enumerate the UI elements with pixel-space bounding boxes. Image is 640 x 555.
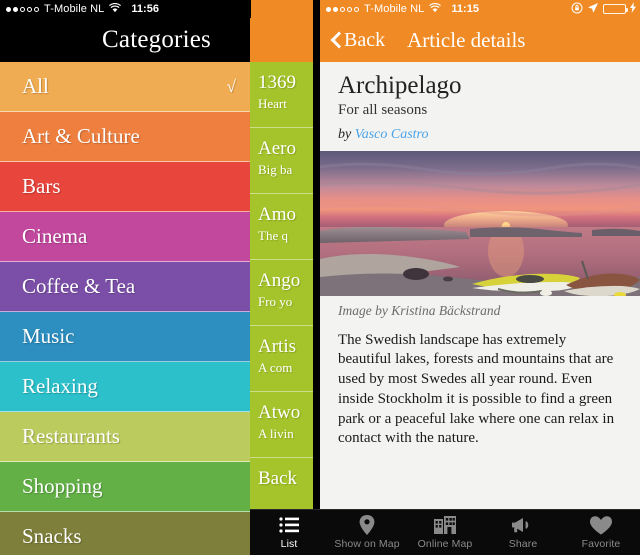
category-label: Bars — [22, 174, 61, 198]
category-label: Art & Culture — [22, 124, 140, 148]
category-row[interactable]: Cinema — [0, 212, 250, 262]
list-item[interactable]: 1369 Heart — [250, 62, 313, 128]
category-row[interactable]: All √ — [0, 62, 250, 112]
category-row[interactable]: Coffee & Tea — [0, 262, 250, 312]
tab-label: Favorite — [581, 538, 621, 550]
list-item-title: Amo — [258, 204, 296, 225]
article-header: Archipelago For all seasons by Vasco Cas… — [320, 62, 640, 151]
wifi-icon — [109, 2, 122, 16]
list-item-subtitle: Heart — [258, 96, 287, 111]
article-photo — [320, 150, 640, 296]
category-row[interactable]: Relaxing — [0, 362, 250, 412]
category-label: Relaxing — [22, 374, 98, 398]
carrier-label: T-Mobile NL — [364, 3, 425, 15]
tab-label: List — [280, 538, 298, 550]
tab-label: Share — [508, 538, 538, 550]
article-byline: by Vasco Castro — [338, 127, 622, 143]
list-item-title: Back — [258, 468, 298, 489]
clock-label: 11:56 — [131, 3, 159, 15]
category-label: Snacks — [22, 524, 82, 548]
list-item-subtitle: The q — [258, 228, 288, 243]
author-link[interactable]: Vasco Castro — [355, 127, 429, 142]
page-title: Categories — [102, 26, 211, 53]
byline-prefix: by — [338, 126, 352, 142]
category-row[interactable]: Music — [0, 312, 250, 362]
wifi-icon — [429, 2, 442, 16]
battery-icon — [603, 4, 628, 14]
lightning-bolt-icon — [630, 2, 636, 16]
category-row[interactable]: Shopping — [0, 462, 250, 512]
list-item-title: 1369 — [258, 72, 296, 93]
bottom-tab-bar[interactable]: List Show on Map Online Map Share Favorite — [250, 509, 640, 555]
list-item-title: Atwo — [258, 402, 301, 423]
map-pin-icon — [356, 515, 378, 535]
category-label: Music — [22, 324, 75, 348]
peek-article-list[interactable]: 1369 Heart Aero Big ba Amo The q Ango Fro yo Art… — [250, 18, 313, 510]
list-item[interactable]: Atwo A livin — [250, 392, 313, 458]
article-title: Archipelago — [338, 72, 462, 99]
tab-online-map[interactable]: Online Map — [406, 510, 484, 555]
list-icon — [278, 515, 300, 535]
article-subtitle: For all seasons — [338, 101, 428, 118]
list-item-subtitle: Fro yo — [258, 294, 293, 309]
list-item-title: Artis — [258, 336, 296, 357]
category-list[interactable]: All √ Art & Culture Bars Cinema Coffee & Tea M… — [0, 62, 250, 555]
app-screenshot: T-Mobile NL 11:56 Categories 1369 Heart … — [0, 0, 640, 555]
category-label: Restaurants — [22, 424, 120, 448]
tab-label: Online Map — [417, 538, 473, 550]
category-label: Cinema — [22, 224, 88, 248]
heart-icon — [590, 515, 612, 535]
article-detail-view[interactable]: Archipelago For all seasons by Vasco Cas… — [320, 62, 640, 555]
list-item-subtitle: A com — [258, 360, 293, 375]
checkmark-icon: √ — [226, 76, 236, 96]
megaphone-icon — [512, 515, 534, 535]
back-button[interactable]: Back — [330, 29, 385, 52]
tab-share[interactable]: Share — [484, 510, 562, 555]
list-item-subtitle: A livin — [258, 426, 294, 441]
phone-divider — [313, 0, 320, 555]
category-row[interactable]: Snacks — [0, 512, 250, 555]
back-button-label: Back — [344, 28, 386, 51]
tab-label: Show on Map — [334, 538, 400, 550]
image-caption: Image by Kristina Bäckstrand — [320, 295, 640, 323]
online-map-icon — [434, 515, 456, 535]
carrier-label: T-Mobile NL — [44, 3, 105, 15]
rotation-lock-icon — [571, 2, 583, 17]
location-arrow-icon — [587, 2, 599, 17]
page-title: Article details — [407, 27, 526, 52]
chevron-left-icon — [330, 31, 341, 49]
sunset-archipelago-photo — [320, 150, 640, 296]
right-nav-bar: Back Article details — [320, 18, 640, 62]
list-item[interactable]: Aero Big ba — [250, 128, 313, 194]
right-phone-panel: T-Mobile NL 11:15 Back Article details A… — [320, 0, 640, 555]
article-body: The Swedish landscape has extremely beau… — [320, 322, 640, 450]
signal-strength-icon — [6, 6, 39, 12]
category-row[interactable]: Bars — [0, 162, 250, 212]
right-status-bar: T-Mobile NL 11:15 — [320, 0, 640, 18]
left-phone-panel: T-Mobile NL 11:56 Categories 1369 Heart … — [0, 0, 313, 555]
category-row[interactable]: Art & Culture — [0, 112, 250, 162]
list-item-title: Aero — [258, 138, 296, 159]
peek-list-topbar — [250, 18, 313, 62]
list-item-title: Ango — [258, 270, 301, 291]
category-label: Coffee & Tea — [22, 274, 136, 298]
tab-favorite[interactable]: Favorite — [562, 510, 640, 555]
list-item[interactable]: Ango Fro yo — [250, 260, 313, 326]
tab-show-on-map[interactable]: Show on Map — [328, 510, 406, 555]
list-item[interactable]: Artis A com — [250, 326, 313, 392]
clock-label: 11:15 — [451, 3, 479, 15]
list-item-subtitle: Big ba — [258, 162, 293, 177]
tab-list[interactable]: List — [250, 510, 328, 555]
category-row[interactable]: Restaurants — [0, 412, 250, 462]
list-item[interactable]: Back — [250, 458, 313, 510]
category-label: All — [22, 74, 49, 98]
category-label: Shopping — [22, 474, 103, 498]
list-item[interactable]: Amo The q — [250, 194, 313, 260]
signal-strength-icon — [326, 6, 359, 12]
